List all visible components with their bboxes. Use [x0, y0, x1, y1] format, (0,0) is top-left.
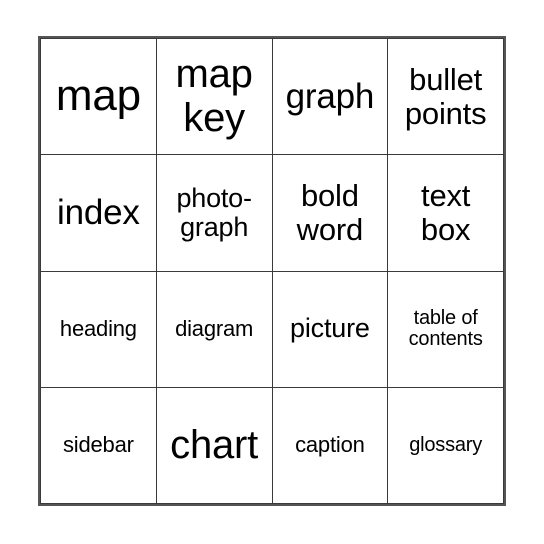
bingo-cell-label: sidebar — [62, 432, 134, 458]
bingo-cell-label: bullet points — [404, 62, 487, 131]
bingo-cell-r1c3[interactable]: graph — [271, 37, 389, 156]
bingo-cell-r4c1[interactable]: sidebar — [40, 386, 157, 505]
bingo-cell-r4c4[interactable]: glossary — [387, 386, 504, 505]
bingo-cell-label: graph — [285, 76, 375, 116]
bingo-row: sidebar chart caption glossary — [40, 386, 504, 505]
bingo-row: map map key graph bullet points — [40, 37, 504, 156]
bingo-row: heading diagram picture table of content… — [40, 270, 504, 388]
bingo-cell-r3c2[interactable]: diagram — [155, 270, 273, 388]
bingo-cell-r4c3[interactable]: caption — [271, 386, 389, 505]
bingo-cell-label: diagram — [175, 315, 254, 341]
bingo-cell-label: photo- graph — [176, 182, 252, 242]
bingo-cell-r2c4[interactable]: text box — [387, 154, 504, 272]
bingo-cell-r4c2[interactable]: chart — [155, 386, 273, 505]
bingo-cell-r1c1[interactable]: map — [40, 37, 157, 156]
bingo-cell-label: index — [57, 193, 140, 233]
bingo-row: index photo- graph bold word text box — [40, 154, 504, 272]
bingo-grid: map map key graph bullet points index ph… — [40, 37, 504, 505]
bingo-cell-label: heading — [59, 315, 137, 341]
bingo-cell-label: caption — [295, 432, 365, 458]
bingo-cell-label: map — [55, 71, 141, 121]
bingo-cell-r1c2[interactable]: map key — [155, 37, 273, 156]
bingo-cell-label: bold word — [296, 178, 364, 247]
bingo-cell-label: chart — [170, 422, 259, 467]
bingo-cell-r2c1[interactable]: index — [40, 154, 157, 272]
bingo-cell-r2c3[interactable]: bold word — [271, 154, 389, 272]
bingo-cell-r3c1[interactable]: heading — [40, 270, 157, 388]
bingo-cell-label: map key — [175, 52, 253, 140]
bingo-grid-body: map map key graph bullet points index ph… — [40, 37, 504, 505]
bingo-cell-r3c4[interactable]: table of contents — [387, 270, 504, 388]
bingo-cell-label: picture — [290, 313, 370, 344]
bingo-cell-r1c4[interactable]: bullet points — [387, 37, 504, 156]
bingo-cell-label: glossary — [409, 434, 483, 457]
bingo-cell-r2c2[interactable]: photo- graph — [155, 154, 273, 272]
bingo-cell-label: text box — [420, 178, 471, 247]
bingo-card: map map key graph bullet points index ph… — [38, 36, 506, 506]
bingo-cell-r3c3[interactable]: picture — [271, 270, 389, 388]
bingo-cell-label: table of contents — [408, 306, 483, 351]
